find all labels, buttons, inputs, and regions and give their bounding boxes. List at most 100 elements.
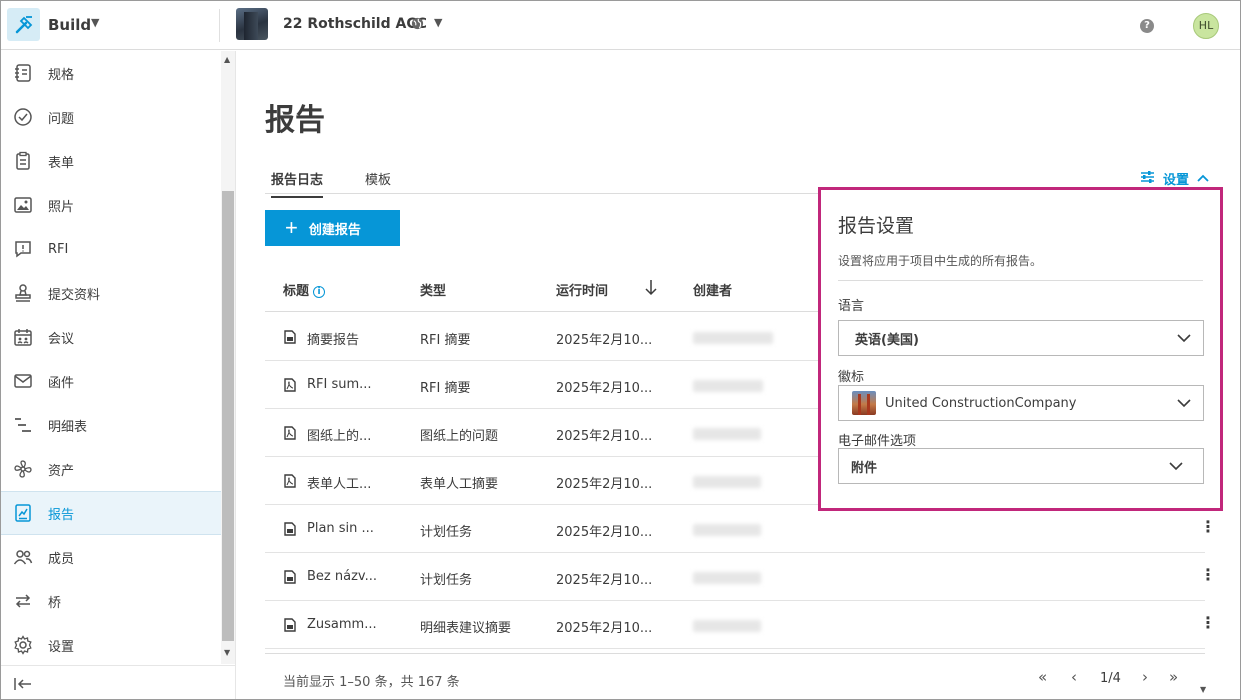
report-title[interactable]: Plan sin ... xyxy=(307,521,374,536)
report-run-time: 2025年2月10... xyxy=(556,621,653,636)
sidebar-item-settings[interactable]: 设置 xyxy=(1,623,221,667)
app-window: Build ▼ 22 Rothschild ACC ▼ ? HL 规格 问题 表… xyxy=(0,0,1241,700)
members-icon xyxy=(12,546,34,568)
create-report-button[interactable]: + 创建报告 xyxy=(265,210,400,246)
report-type: RFI 摘要 xyxy=(420,381,471,396)
settings-toggle[interactable]: 设置 xyxy=(1140,169,1209,188)
row-more-options-icon[interactable]: ⋮ xyxy=(1200,567,1216,583)
scroll-up-icon[interactable]: ▲ xyxy=(224,55,230,64)
sidebar-item-submittals[interactable]: 提交资料 xyxy=(1,271,221,315)
result-count: 当前显示 1–50 条，共 167 条 xyxy=(283,675,460,690)
sidebar-item-schedule[interactable]: 明细表 xyxy=(1,403,221,447)
table-row[interactable]: Plan sin ... 计划任务 2025年2月10... ⋮ xyxy=(265,505,1216,553)
project-name[interactable]: 22 Rothschild ACC xyxy=(283,16,427,32)
report-title[interactable]: 摘要报告 xyxy=(307,329,359,348)
report-run-time: 2025年2月10... xyxy=(556,525,653,540)
scroll-down-icon[interactable]: ▼ xyxy=(1200,685,1206,694)
submittals-icon xyxy=(12,282,34,304)
language-value: 英语(美国) xyxy=(855,332,919,348)
sort-descending-icon[interactable] xyxy=(645,278,657,300)
page-indicator: 1/4 xyxy=(1100,671,1121,686)
build-logo-icon[interactable] xyxy=(7,8,40,41)
sidebar-item-label: 资产 xyxy=(48,463,75,479)
chevron-down-icon xyxy=(1177,397,1191,412)
sidebar-item-forms[interactable]: 表单 xyxy=(1,139,221,183)
sidebar-item-label: 桥 xyxy=(48,595,62,611)
project-thumbnail[interactable] xyxy=(236,8,268,40)
column-header-creator[interactable]: 创建者 xyxy=(693,280,732,299)
sidebar-item-label: 问题 xyxy=(48,111,75,127)
app-name[interactable]: Build xyxy=(48,16,91,34)
tab-templates[interactable]: 模板 xyxy=(365,169,391,196)
first-page-icon[interactable]: « xyxy=(1038,668,1047,686)
sidebar-item-specs[interactable]: 规格 xyxy=(1,51,221,95)
app-switcher-caret-icon[interactable]: ▼ xyxy=(91,16,99,29)
sidebar-item-correspondence[interactable]: 函件 xyxy=(1,359,221,403)
table-row[interactable]: Zusamm... 明细表建议摘要 2025年2月10... ⋮ xyxy=(265,601,1216,649)
report-title[interactable]: 表单人工... xyxy=(307,473,371,492)
sidebar-item-rfi[interactable]: RFI xyxy=(1,227,221,271)
sidebar-scrollbar[interactable]: ▲ ▼ xyxy=(221,51,235,664)
row-more-options-icon[interactable]: ⋮ xyxy=(1200,615,1216,631)
sidebar-item-label: 照片 xyxy=(48,199,75,215)
creator-redacted xyxy=(693,332,773,344)
report-type: 图纸上的问题 xyxy=(420,429,499,444)
avatar[interactable]: HL xyxy=(1193,13,1219,39)
report-title[interactable]: Bez názv... xyxy=(307,569,377,584)
previous-page-icon[interactable]: ‹ xyxy=(1071,668,1077,686)
chevron-down-icon xyxy=(1169,460,1183,475)
report-type: 表单人工摘要 xyxy=(420,477,499,492)
column-header-type[interactable]: 类型 xyxy=(420,280,446,299)
report-title[interactable]: 图纸上的... xyxy=(307,425,371,444)
info-icon[interactable]: i xyxy=(313,286,326,298)
report-type: 计划任务 xyxy=(420,573,473,588)
tab-report-log[interactable]: 报告日志 xyxy=(271,169,324,198)
report-run-time: 2025年2月10... xyxy=(556,573,653,588)
column-header-run-time[interactable]: 运行时间 xyxy=(556,280,608,299)
project-switcher-caret-icon[interactable]: ▼ xyxy=(434,16,442,29)
schedule-icon xyxy=(12,414,34,436)
collapse-sidebar-icon[interactable] xyxy=(13,676,33,696)
panel-description: 设置将应用于项目中生成的所有报告。 xyxy=(838,254,1043,268)
last-page-icon[interactable]: » xyxy=(1169,668,1178,686)
bridge-icon xyxy=(12,590,34,612)
pdf-document-icon xyxy=(284,474,296,492)
sidebar-item-label: 提交资料 xyxy=(48,287,101,303)
sidebar-item-photos[interactable]: 照片 xyxy=(1,183,221,227)
language-select[interactable]: 英语(美国) xyxy=(838,320,1204,356)
email-options-select[interactable]: 附件 xyxy=(838,448,1204,484)
report-title[interactable]: RFI sum... xyxy=(307,377,372,392)
sidebar-item-assets[interactable]: 资产 xyxy=(1,447,221,491)
creator-redacted xyxy=(693,428,761,440)
column-header-title[interactable]: 标题 i xyxy=(283,280,326,299)
document-icon xyxy=(284,570,296,588)
fan-icon xyxy=(12,458,34,480)
scrollbar-thumb[interactable] xyxy=(222,191,234,641)
divider xyxy=(219,9,220,42)
next-page-icon[interactable]: › xyxy=(1142,668,1148,686)
row-more-options-icon[interactable]: ⋮ xyxy=(1200,519,1216,535)
sidebar-item-reports[interactable]: 报告 xyxy=(1,491,221,535)
sidebar-item-label: 明细表 xyxy=(48,419,88,435)
chevron-down-icon xyxy=(1177,332,1191,347)
sidebar-item-label: RFI xyxy=(48,241,69,257)
report-title[interactable]: Zusamm... xyxy=(307,617,377,632)
gear-icon xyxy=(12,634,34,656)
logo-select[interactable]: United ConstructionCompany xyxy=(838,385,1204,421)
plus-icon: + xyxy=(285,215,298,240)
sidebar-item-bridge[interactable]: 桥 xyxy=(1,579,221,623)
sidebar-item-label: 设置 xyxy=(48,639,75,655)
sidebar-item-meetings[interactable]: 会议 xyxy=(1,315,221,359)
scroll-down-icon[interactable]: ▼ xyxy=(224,648,230,657)
creator-redacted xyxy=(693,380,763,392)
sidebar-item-members[interactable]: 成员 xyxy=(1,535,221,579)
table-row[interactable]: Bez názv... 计划任务 2025年2月10... ⋮ xyxy=(265,553,1216,601)
sidebar-item-label: 规格 xyxy=(48,67,75,83)
meetings-icon xyxy=(12,326,34,348)
help-icon[interactable]: ? xyxy=(1140,19,1154,33)
envelope-icon xyxy=(12,370,34,392)
creator-redacted xyxy=(693,572,761,584)
panel-title: 报告设置 xyxy=(838,215,915,237)
sidebar-item-issues[interactable]: 问题 xyxy=(1,95,221,139)
document-icon xyxy=(284,522,296,540)
